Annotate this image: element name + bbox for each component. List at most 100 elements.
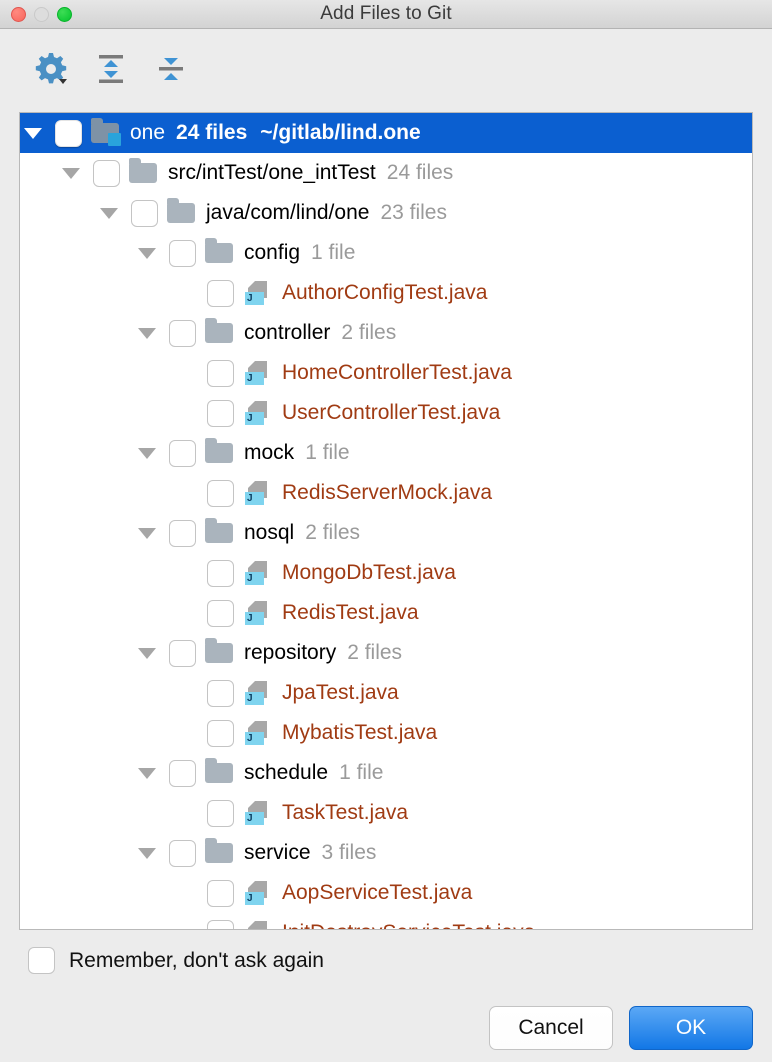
folder-name: one xyxy=(130,121,165,145)
chevron-down-icon[interactable] xyxy=(134,328,160,339)
folder-name: java/com/lind/one xyxy=(206,201,369,225)
chevron-down-icon[interactable] xyxy=(134,528,160,539)
chevron-down-icon[interactable] xyxy=(134,768,160,779)
tree-row-checkbox[interactable] xyxy=(207,280,234,307)
tree-row-checkbox[interactable] xyxy=(169,440,196,467)
folder-icon xyxy=(205,240,235,266)
tree-row[interactable]: src/intTest/one_intTest 24 files xyxy=(20,153,752,193)
folder-icon xyxy=(129,160,159,186)
remember-checkbox[interactable] xyxy=(28,947,55,974)
tree-row[interactable]: JRedisTest.java xyxy=(20,593,752,633)
chevron-down-icon[interactable] xyxy=(134,848,160,859)
tree-row-checkbox[interactable] xyxy=(207,480,234,507)
tree-row-checkbox[interactable] xyxy=(169,760,196,787)
tree-row-checkbox[interactable] xyxy=(207,920,234,930)
folder-icon xyxy=(205,320,235,346)
tree-row[interactable]: J MybatisTest.java xyxy=(20,713,752,753)
tree-row-checkbox[interactable] xyxy=(169,840,196,867)
tree-row[interactable]: config1 file xyxy=(20,233,752,273)
folder-name: schedule xyxy=(244,761,328,785)
tree-row-checkbox[interactable] xyxy=(55,120,82,147)
tree-row-checkbox[interactable] xyxy=(93,160,120,187)
tree-row[interactable]: JUserControllerTest.java xyxy=(20,393,752,433)
tree-row-checkbox[interactable] xyxy=(207,880,234,907)
expand-all-icon xyxy=(91,49,131,92)
tree-row-checkbox[interactable] xyxy=(207,560,234,587)
cancel-button[interactable]: Cancel xyxy=(489,1006,613,1050)
chevron-down-icon[interactable] xyxy=(96,208,122,219)
folder-icon xyxy=(205,440,235,466)
tree-row-checkbox[interactable] xyxy=(207,600,234,627)
ok-button[interactable]: OK xyxy=(629,1006,753,1050)
java-file-icon: J xyxy=(243,560,273,586)
java-file-icon: J xyxy=(243,280,273,306)
file-count: 2 files xyxy=(341,321,396,345)
tree-row-checkbox[interactable] xyxy=(207,680,234,707)
file-name: RedisServerMock.java xyxy=(282,481,492,505)
close-window-button[interactable] xyxy=(11,7,26,22)
tree-row[interactable]: schedule1 file xyxy=(20,753,752,793)
tree-row-checkbox[interactable] xyxy=(169,520,196,547)
tree-row-checkbox[interactable] xyxy=(169,320,196,347)
tree-row-checkbox[interactable] xyxy=(207,360,234,387)
file-count: 24 files xyxy=(387,161,454,185)
java-file-icon: J xyxy=(243,920,273,929)
triangle-glyph xyxy=(138,248,156,259)
triangle-glyph xyxy=(138,328,156,339)
tree-row[interactable]: java/com/lind/one23 files xyxy=(20,193,752,233)
minimize-window-button[interactable] xyxy=(34,7,49,22)
file-tree[interactable]: one24 files~/gitlab/lind.onesrc/intTest/… xyxy=(20,113,752,929)
tree-row-checkbox[interactable] xyxy=(207,400,234,427)
triangle-glyph xyxy=(62,168,80,179)
repository-path: ~/gitlab/lind.one xyxy=(260,121,420,145)
tree-row[interactable]: repository2 files xyxy=(20,633,752,673)
tree-row[interactable]: one24 files~/gitlab/lind.one xyxy=(20,113,752,153)
tree-row-checkbox[interactable] xyxy=(169,640,196,667)
collapse-all-icon xyxy=(151,49,191,92)
module-folder-icon xyxy=(91,120,121,146)
folder-name: controller xyxy=(244,321,330,345)
triangle-glyph xyxy=(100,208,118,219)
tree-row[interactable]: JTaskTest.java xyxy=(20,793,752,833)
tree-row[interactable]: nosql2 files xyxy=(20,513,752,553)
file-name: TaskTest.java xyxy=(282,801,408,825)
file-name: JpaTest.java xyxy=(282,681,399,705)
tree-row-checkbox[interactable] xyxy=(207,720,234,747)
settings-gear-button[interactable] xyxy=(30,49,72,91)
dialog-buttons: Cancel OK xyxy=(489,1006,753,1050)
file-count: 1 file xyxy=(311,241,355,265)
expand-all-button[interactable] xyxy=(90,49,132,91)
chevron-down-icon[interactable] xyxy=(134,648,160,659)
folder-name: nosql xyxy=(244,521,294,545)
folder-name: src/intTest/one_intTest xyxy=(168,161,376,185)
triangle-glyph xyxy=(138,848,156,859)
chevron-down-icon[interactable] xyxy=(134,448,160,459)
chevron-down-icon[interactable] xyxy=(20,128,46,139)
tree-row-checkbox[interactable] xyxy=(207,800,234,827)
tree-row[interactable]: JAopServiceTest.java xyxy=(20,873,752,913)
tree-row[interactable]: JInitDestroyServiceTest.java xyxy=(20,913,752,929)
file-name: MybatisTest.java xyxy=(282,721,437,745)
tree-row[interactable]: mock1 file xyxy=(20,433,752,473)
folder-name: mock xyxy=(244,441,294,465)
tree-row[interactable]: JAuthorConfigTest.java xyxy=(20,273,752,313)
collapse-all-button[interactable] xyxy=(150,49,192,91)
tree-row[interactable]: JJpaTest.java xyxy=(20,673,752,713)
tree-row[interactable]: JHomeControllerTest.java xyxy=(20,353,752,393)
tree-row[interactable]: J RedisServerMock.java xyxy=(20,473,752,513)
tree-row-checkbox[interactable] xyxy=(169,240,196,267)
remember-dont-ask-again-row[interactable]: Remember, don't ask again xyxy=(28,947,324,974)
file-name: UserControllerTest.java xyxy=(282,401,500,425)
file-count: 3 files xyxy=(322,841,377,865)
zoom-window-button[interactable] xyxy=(57,7,72,22)
java-file-icon: J xyxy=(243,720,273,746)
java-file-icon: J xyxy=(243,480,273,506)
chevron-down-icon[interactable] xyxy=(58,168,84,179)
java-file-icon: J xyxy=(243,360,273,386)
tree-row-checkbox[interactable] xyxy=(131,200,158,227)
tree-row[interactable]: JMongoDbTest.java xyxy=(20,553,752,593)
chevron-down-icon[interactable] xyxy=(134,248,160,259)
file-name: AopServiceTest.java xyxy=(282,881,472,905)
tree-row[interactable]: controller 2 files xyxy=(20,313,752,353)
tree-row[interactable]: service3 files xyxy=(20,833,752,873)
